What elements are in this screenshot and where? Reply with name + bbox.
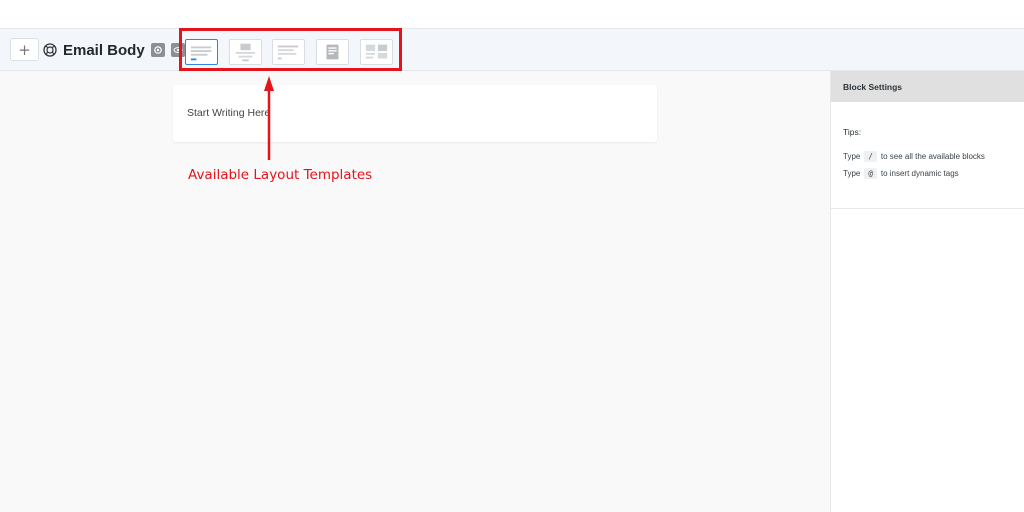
tip-text: to see all the available blocks <box>880 152 985 161</box>
block-title-text: Email Body <box>63 41 145 59</box>
template-text-left[interactable] <box>272 39 305 65</box>
tip-prefix: Type <box>843 169 861 178</box>
block-title: Email Body <box>43 39 185 61</box>
template-plain-text[interactable] <box>185 39 218 65</box>
tip-text: to insert dynamic tags <box>880 169 959 178</box>
annotation-arrow <box>264 76 274 160</box>
add-block-button[interactable]: + <box>10 38 39 61</box>
template-image-centered[interactable] <box>229 39 262 65</box>
divider <box>831 208 1024 209</box>
tip-prefix: Type <box>843 152 861 161</box>
top-bar <box>0 0 1024 29</box>
sidebar-header: Block Settings <box>831 71 1024 102</box>
tips-title: Tips: <box>843 127 862 137</box>
slash-key: / <box>864 151 877 162</box>
tips-section: Tips: Type / to see all the available bl… <box>843 127 985 182</box>
tip-dynamic-tags: Type @ to insert dynamic tags <box>843 165 985 182</box>
email-body-editor[interactable]: Start Writing Here <box>173 85 657 142</box>
layout-templates-highlight <box>179 28 402 71</box>
annotation-label: Available Layout Templates <box>188 167 373 183</box>
block-settings-panel: Block Settings Tips: Type / to see all t… <box>830 71 1024 512</box>
editor-placeholder[interactable]: Start Writing Here <box>187 107 270 119</box>
editor-toolbar: + Email Body <box>0 29 1024 71</box>
template-note[interactable] <box>316 39 349 65</box>
tip-slash-command: Type / to see all the available blocks <box>843 148 985 165</box>
at-key: @ <box>864 168 877 179</box>
template-image-grid[interactable] <box>360 39 393 65</box>
gear-icon[interactable] <box>150 43 165 57</box>
lifebuoy-icon <box>43 43 57 57</box>
